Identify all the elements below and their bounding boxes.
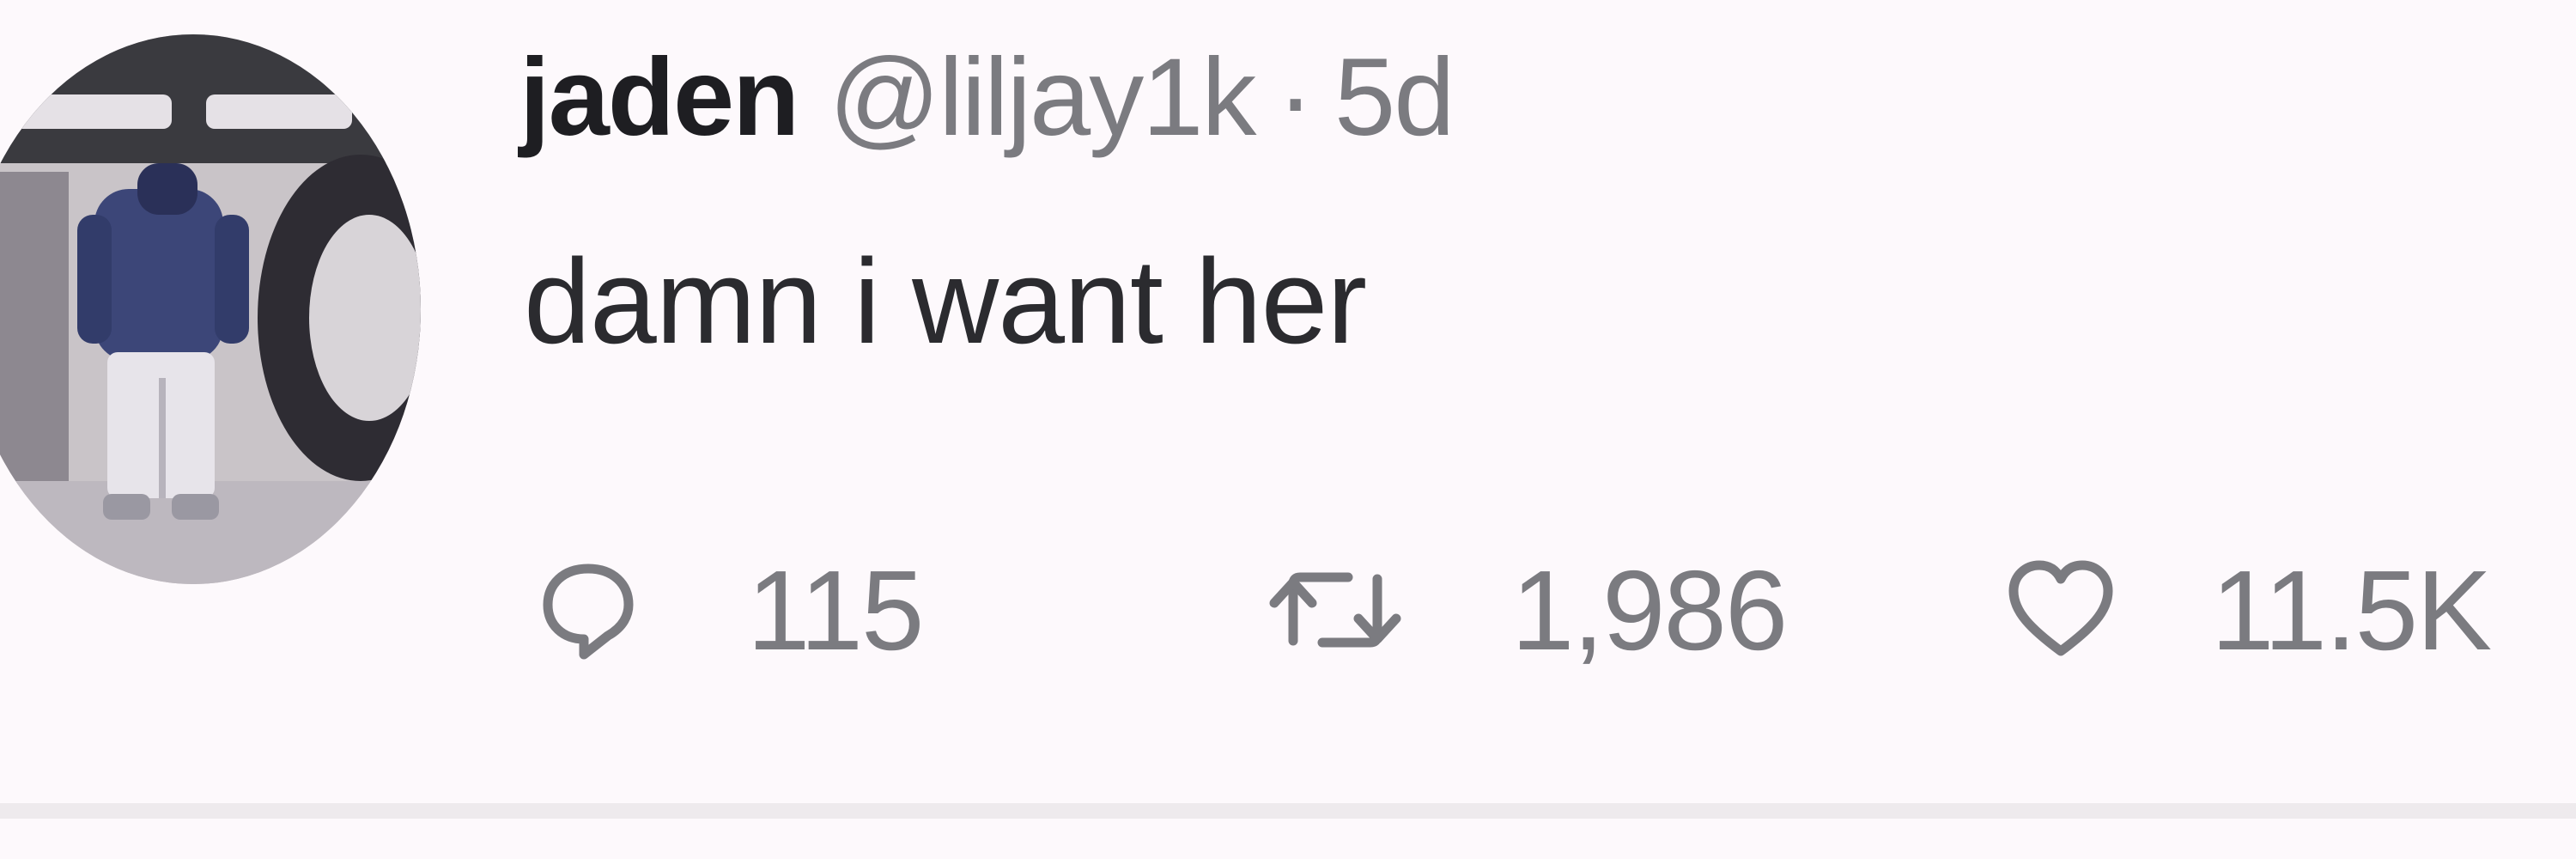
author-handle[interactable]: @liljay1k xyxy=(829,34,1256,161)
retweet-icon xyxy=(1269,572,1401,648)
avatar-photo xyxy=(0,34,421,584)
reply-button[interactable]: 115 xyxy=(541,533,924,687)
avatar[interactable] xyxy=(0,34,421,584)
tweet-header: jaden @liljay1k · 5d xyxy=(519,34,1455,163)
divider xyxy=(0,803,2576,819)
reply-count: 115 xyxy=(747,546,924,673)
tweet-actions: 115 1,986 11.5K xyxy=(541,533,2576,687)
retweet-count: 1,986 xyxy=(1511,546,1788,673)
author-name[interactable]: jaden xyxy=(519,34,799,161)
retweet-button[interactable]: 1,986 xyxy=(1262,533,1788,687)
tweet-timestamp[interactable]: 5d xyxy=(1334,34,1455,161)
header-separator: · xyxy=(1277,36,1314,159)
heart-icon xyxy=(2008,560,2113,656)
like-button[interactable]: 11.5K xyxy=(2005,533,2492,687)
reply-icon xyxy=(543,564,634,660)
tweet-text: damn i want her xyxy=(524,234,1367,369)
like-count: 11.5K xyxy=(2211,546,2492,673)
tweet-card[interactable]: jaden @liljay1k · 5d damn i want her 115… xyxy=(0,0,2576,859)
